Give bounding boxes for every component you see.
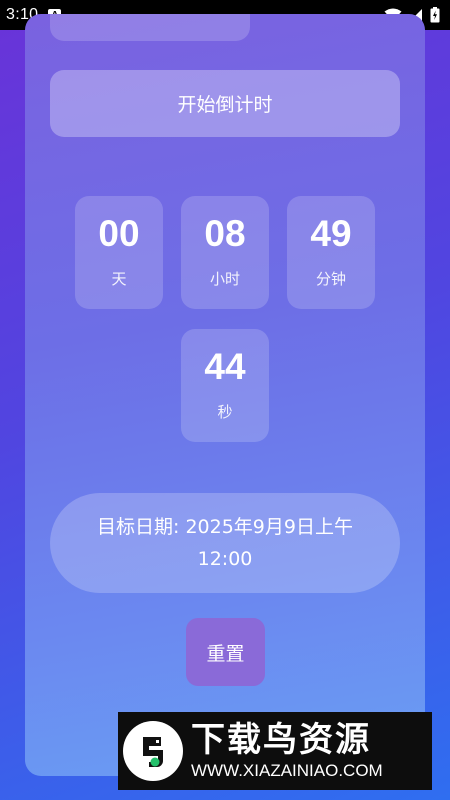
target-date-text: 目标日期: 2025年9月9日上午12:00 [97, 516, 353, 570]
reset-button[interactable]: 重置 [186, 618, 265, 686]
minutes-value: 49 [310, 213, 352, 254]
hours-label: 小时 [209, 270, 240, 288]
days-label: 天 [111, 270, 127, 288]
site-watermark: 下载鸟资源 WWW.XIAZAINIAO.COM [118, 712, 432, 790]
minutes-box: 49 分钟 [287, 196, 375, 309]
seconds-value: 44 [204, 346, 246, 387]
scrolled-element-edge [50, 14, 250, 41]
hours-value: 08 [204, 213, 246, 254]
days-value: 00 [98, 213, 140, 254]
target-date-display: 目标日期: 2025年9月9日上午12:00 [50, 493, 400, 593]
hours-box: 08 小时 [181, 196, 269, 309]
minutes-label: 分钟 [315, 270, 346, 288]
start-countdown-button[interactable]: 开始倒计时 [50, 70, 400, 137]
days-box: 00 天 [75, 196, 163, 309]
bird-logo-icon [123, 721, 183, 781]
seconds-box: 44 秒 [181, 329, 269, 442]
seconds-label: 秒 [217, 403, 233, 421]
battery-icon [430, 7, 440, 23]
watermark-url: WWW.XIAZAINIAO.COM [191, 761, 383, 780]
watermark-title: 下载鸟资源 [191, 720, 371, 760]
